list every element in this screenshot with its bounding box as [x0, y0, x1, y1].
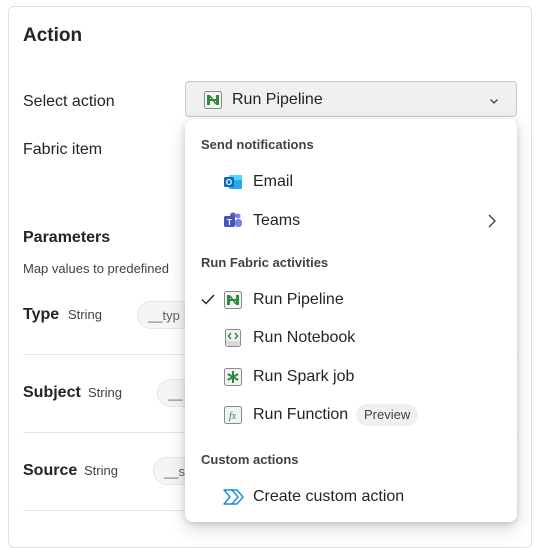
select-action-dropdown[interactable]: Run Pipeline — [185, 81, 517, 117]
custom-action-icon — [223, 487, 244, 507]
menu-item-run-spark-job[interactable]: Run Spark job — [185, 359, 517, 395]
menu-item-label: Email — [253, 173, 294, 190]
param-name: Source — [23, 462, 78, 479]
param-name: Subject — [23, 384, 81, 401]
pipeline-icon — [223, 290, 243, 310]
menu-item-run-function[interactable]: fx Run Function Preview — [185, 397, 517, 433]
menu-item-email[interactable]: O Email — [185, 164, 517, 200]
menu-item-teams[interactable]: T Teams — [185, 203, 517, 239]
chevron-right-icon — [485, 213, 499, 234]
chevron-down-icon — [488, 94, 500, 112]
param-name: Type — [23, 306, 60, 323]
menu-item-label: Run Function — [253, 406, 349, 423]
menu-item-run-pipeline[interactable]: Run Pipeline — [185, 282, 517, 318]
svg-text:T: T — [227, 218, 232, 227]
menu-item-label: Run Spark job — [253, 368, 355, 385]
svg-text:fx: fx — [229, 411, 237, 422]
param-type: String — [88, 385, 122, 400]
teams-icon: T — [223, 211, 243, 231]
menu-item-create-custom-action[interactable]: Create custom action — [185, 479, 517, 515]
param-type: String — [68, 307, 102, 322]
selected-action-value: Run Pipeline — [232, 91, 323, 108]
parameters-description: Map values to predefined — [23, 261, 169, 276]
function-icon: fx — [223, 405, 243, 425]
parameters-heading: Parameters — [23, 229, 111, 246]
menu-item-label: Run Notebook — [253, 329, 356, 346]
notebook-icon — [223, 328, 243, 348]
param-type: String — [84, 463, 118, 478]
menu-item-run-notebook[interactable]: Run Notebook — [185, 320, 517, 356]
outlook-icon: O — [223, 172, 243, 192]
menu-item-label: Create custom action — [253, 488, 405, 505]
checkmark-icon — [200, 291, 216, 312]
select-action-label: Select action — [23, 93, 115, 110]
menu-group-custom-actions: Custom actions — [201, 452, 299, 467]
menu-item-label: Teams — [253, 212, 301, 229]
menu-group-send-notifications: Send notifications — [201, 137, 314, 152]
preview-badge: Preview — [356, 404, 419, 426]
menu-item-label: Run Pipeline — [253, 291, 344, 308]
menu-group-run-fabric-activities: Run Fabric activities — [201, 255, 329, 270]
card-title: Action — [23, 25, 83, 46]
svg-text:O: O — [226, 178, 232, 187]
action-dropdown-menu: Send notifications O Email T Teams Run F… — [185, 119, 517, 522]
pipeline-icon — [204, 91, 222, 114]
fabric-item-label: Fabric item — [23, 141, 103, 158]
spark-job-icon — [223, 367, 243, 387]
